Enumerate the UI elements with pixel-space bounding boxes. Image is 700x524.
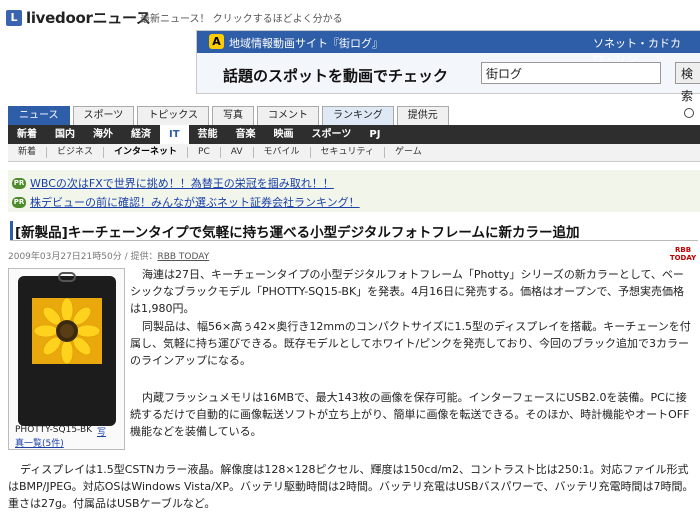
photo-list-link[interactable]: 写: [97, 425, 106, 438]
tab-photos[interactable]: 写真: [212, 106, 255, 125]
category-item[interactable]: 国内: [46, 125, 84, 144]
pr-item: PR 株デビューの前に確認！みんなが選ぶネット証券会社ランキング！: [12, 194, 360, 210]
pr-badge-icon: PR: [12, 196, 26, 208]
subcategory-item[interactable]: PC: [188, 147, 221, 158]
article-date: 2009年03月27日21時50分 / 提供：: [8, 252, 158, 262]
category-item[interactable]: 芸能: [189, 125, 227, 144]
site-tagline: 最新ニュース！ クリックするほどよく分かる: [140, 14, 343, 25]
category-item-it[interactable]: IT: [160, 125, 189, 144]
subcategory-item[interactable]: ビジネス: [47, 147, 105, 158]
sunflower-image: [32, 298, 102, 364]
tab-sports[interactable]: スポーツ: [72, 106, 135, 125]
subcategory-item[interactable]: AV: [221, 147, 254, 158]
source-link[interactable]: RBB TODAY: [157, 252, 209, 262]
ad-title: 地域情報動画サイト『街ログ』: [229, 37, 383, 50]
ad-banner[interactable]: A 地域情報動画サイト『街ログ』 ソネット・カドカワ・リン 話題のスポットを動画…: [196, 30, 700, 103]
site-logo[interactable]: L livedoorニュース: [6, 7, 151, 28]
photo-frame-image[interactable]: [18, 272, 116, 426]
title-divider: [10, 240, 698, 241]
category-nav: 新着 国内 海外 経済 IT 芸能 音楽 映画 スポーツ PJ: [8, 125, 700, 144]
category-item[interactable]: PJ: [360, 125, 389, 144]
subcategory-item[interactable]: モバイル: [254, 147, 311, 158]
sunflower-petals: [32, 298, 102, 364]
category-item[interactable]: 映画: [265, 125, 303, 144]
photo-list-link[interactable]: 真一覧(5件): [15, 436, 64, 449]
article-paragraph: ディスプレイは1.5型CSTNカラー液晶。解像度は128×128ピクセル、輝度は…: [8, 463, 694, 510]
pr-link[interactable]: 株デビューの前に確認！みんなが選ぶネット証券会社ランキング！: [30, 194, 360, 210]
tab-topics[interactable]: トピックス: [137, 106, 210, 125]
subcategory-item-internet[interactable]: インターネット: [104, 147, 189, 158]
tab-news[interactable]: ニュース: [8, 106, 70, 125]
livedoor-logo-icon: L: [6, 9, 22, 26]
tab-ranking[interactable]: ランキング: [322, 106, 394, 125]
product-photo-box: PHOTTY-SQ15-BK 写 真一覧(5件): [8, 268, 125, 450]
pr-box: PR WBCの次はFXで世界に挑め！！為替王の栄冠を掴み取れ！！ PR 株デビュ…: [8, 170, 700, 212]
subcategory-nav: 新着 ビジネス インターネット PC AV モバイル セキュリティ ゲーム: [8, 144, 700, 162]
subcategory-item[interactable]: 新着: [8, 147, 48, 158]
radio-button[interactable]: [684, 108, 694, 118]
category-item[interactable]: スポーツ: [303, 125, 361, 144]
article-paragraph: 同製品は、幅56×高ぅ42×奥行き12mmのコンパクトサイズに1.5型のディスプ…: [130, 320, 691, 367]
article-title: [新製品]キーチェーンタイプで気軽に持ち運べる小型デジタルフォトフレームに新カラ…: [10, 221, 697, 241]
category-item[interactable]: 音楽: [227, 125, 265, 144]
category-item[interactable]: 新着: [8, 125, 46, 144]
article-paragraph: 海連は27日、キーチェーンタイプの小型デジタルフォトフレーム「Photty」シリ…: [130, 268, 685, 315]
ad-headline: 話題のスポットを動画でチェック: [223, 67, 449, 85]
ad-search-button[interactable]: 検索: [675, 62, 700, 103]
article-meta: 2009年03月27日21時50分 / 提供：RBB TODAY: [8, 249, 209, 262]
rbb-today-logo[interactable]: RBB TODAY: [668, 246, 698, 262]
tab-providers[interactable]: 提供元: [396, 106, 449, 125]
ad-title-bar: A 地域情報動画サイト『街ログ』 ソネット・カドカワ・リン: [197, 31, 700, 66]
pr-badge-icon: PR: [12, 177, 26, 189]
article-paragraph: 内蔵フラッシュメモリは16MBで、最大143枚の画像を保存可能。インターフェース…: [130, 391, 690, 438]
category-item[interactable]: 経済: [122, 125, 160, 144]
ad-search-input[interactable]: 街ログ: [481, 62, 661, 84]
tab-comments[interactable]: コメント: [257, 106, 320, 125]
photo-caption: PHOTTY-SQ15-BK: [15, 425, 93, 435]
logo-text: livedoorニュース: [26, 9, 151, 27]
subcategory-item[interactable]: ゲーム: [385, 147, 432, 158]
warning-icon: A: [209, 34, 224, 49]
pr-link[interactable]: WBCの次はFXで世界に挑め！！為替王の栄冠を掴み取れ！！: [30, 175, 334, 191]
keychain-ring: [58, 272, 76, 282]
pr-item: PR WBCの次はFXで世界に挑め！！為替王の栄冠を掴み取れ！！: [12, 175, 334, 191]
main-nav: ニュース スポーツ トピックス 写真 コメント ランキング 提供元: [8, 106, 449, 125]
category-item[interactable]: 海外: [84, 125, 122, 144]
subcategory-item[interactable]: セキュリティ: [311, 147, 385, 158]
